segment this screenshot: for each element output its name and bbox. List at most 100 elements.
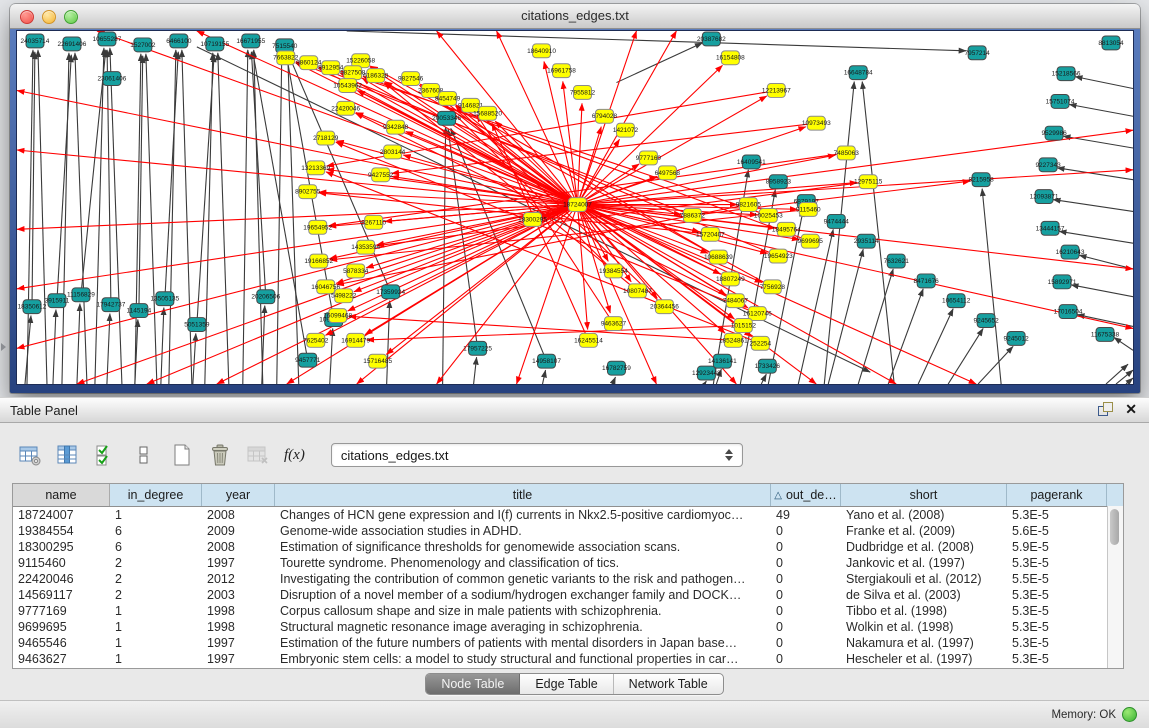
table-row[interactable]: 946554611997Estimation of the future num… — [13, 635, 1123, 651]
select-rows-icon[interactable] — [92, 441, 120, 469]
graph-node[interactable]: 7485063 — [834, 146, 860, 160]
table-scrollbar[interactable] — [1107, 506, 1123, 668]
graph-node[interactable]: 2935114 — [854, 234, 879, 248]
table-row[interactable]: 946362711997Embryonic stem cells: a mode… — [13, 651, 1123, 667]
column-header-short[interactable]: short — [841, 484, 1007, 506]
graph-node[interactable]: 16648784 — [844, 66, 873, 80]
graph-node[interactable]: 19654952 — [303, 220, 332, 234]
new-table-icon[interactable] — [168, 441, 196, 469]
graph-node[interactable]: 9827546 — [398, 72, 424, 86]
graph-node[interactable]: 6497568 — [655, 166, 681, 180]
graph-node[interactable]: 15720407 — [696, 227, 725, 241]
column-header-in_degree[interactable]: in_degree — [110, 484, 202, 506]
graph-node[interactable]: 1733426 — [755, 359, 781, 373]
column-header-title[interactable]: title — [275, 484, 771, 506]
graph-node[interactable]: 24035714 — [21, 34, 50, 48]
graph-node[interactable]: 9821605 — [736, 198, 762, 212]
graph-node[interactable]: 9115460 — [796, 203, 821, 217]
graph-node[interactable]: 19384554 — [599, 264, 628, 278]
graph-node[interactable]: 10719155 — [200, 37, 229, 51]
graph-node[interactable]: 11156829 — [67, 288, 95, 302]
graph-node[interactable]: 13444157 — [1036, 221, 1065, 235]
graph-node[interactable]: 7632621 — [884, 254, 910, 268]
graph-node[interactable]: 8902755 — [295, 185, 321, 199]
column-header-out_de[interactable]: △out_de… — [771, 484, 841, 506]
graph-node[interactable]: 9474444 — [824, 214, 850, 228]
delete-table-icon[interactable] — [206, 441, 234, 469]
graph-node[interactable]: 11675338 — [1091, 327, 1120, 341]
graph-node[interactable]: 16245514 — [574, 333, 603, 347]
network-canvas[interactable]: 24035714 22691406 10655287 1527002 6466100 10… — [17, 31, 1133, 384]
graph-node[interactable]: 14353594 — [351, 240, 380, 254]
graph-node[interactable]: 9227343 — [1035, 158, 1061, 172]
graph-node[interactable]: 10807487 — [623, 284, 652, 298]
graph-node[interactable]: 12213967 — [762, 84, 791, 98]
graph-node[interactable]: 15751074 — [1046, 94, 1075, 108]
graph-node[interactable]: 6466100 — [166, 34, 192, 48]
table-row[interactable]: 1938455462009Genome-wide association stu… — [13, 523, 1123, 539]
graph-node[interactable]: 9463627 — [601, 317, 627, 331]
graph-node[interactable]: 9699695 — [798, 234, 824, 248]
graph-node[interactable]: 1527002 — [130, 38, 156, 52]
table-row[interactable]: 911546021997Tourette syndrome. Phenomeno… — [13, 555, 1123, 571]
graph-node[interactable]: 16671955 — [236, 34, 265, 48]
west-panel-collapse-arrow[interactable] — [1, 343, 6, 351]
graph-node[interactable]: 19166852 — [304, 254, 333, 268]
graph-node[interactable]: 10655287 — [93, 32, 122, 46]
graph-node[interactable]: 2803144 — [380, 145, 406, 159]
graph-node[interactable]: 9777169 — [636, 151, 662, 165]
graph-node[interactable]: 8471676 — [914, 274, 940, 288]
graph-node[interactable]: 14958107 — [532, 354, 561, 368]
graph-node[interactable]: 10973493 — [802, 116, 831, 130]
column-manage-icon[interactable] — [54, 441, 82, 469]
graph-node[interactable]: 7886372 — [680, 208, 706, 222]
graph-node[interactable]: 7957214 — [965, 46, 991, 60]
tab-node-table[interactable]: Node Table — [426, 674, 520, 694]
graph-node[interactable]: 8813054 — [1098, 36, 1124, 50]
column-header-year[interactable]: year — [202, 484, 275, 506]
graph-node[interactable]: 17942737 — [97, 298, 126, 312]
graph-node[interactable]: 20206506 — [251, 290, 280, 304]
graph-node[interactable]: 9529986 — [1041, 126, 1067, 140]
graph-node[interactable]: 15892971 — [1048, 275, 1077, 289]
graph-node[interactable]: 18350612 — [18, 300, 47, 314]
tab-network-table[interactable]: Network Table — [614, 674, 723, 694]
graph-node[interactable]: 22691406 — [58, 37, 87, 51]
graph-node[interactable]: 16154808 — [716, 51, 745, 65]
tab-edge-table[interactable]: Edge Table — [520, 674, 613, 694]
graph-node[interactable]: 15218566 — [1052, 67, 1081, 81]
graph-node[interactable]: 6794028 — [592, 109, 618, 123]
graph-node[interactable]: 3915911 — [45, 294, 70, 308]
graph-node[interactable]: 9245012 — [1003, 331, 1029, 345]
graph-node[interactable]: 8454749 — [435, 91, 461, 105]
graph-node[interactable]: 8267110 — [361, 215, 386, 229]
graph-node[interactable]: 12093871 — [1030, 190, 1059, 204]
scrollbar-thumb[interactable] — [1110, 509, 1119, 545]
table-row[interactable]: 1872400712008Changes of HCN gene express… — [13, 507, 1123, 523]
graph-node[interactable]: 1421072 — [613, 123, 639, 137]
graph-node[interactable]: 18640910 — [527, 44, 556, 58]
float-panel-icon[interactable] — [1098, 402, 1113, 417]
graph-node[interactable]: 16961758 — [547, 64, 576, 78]
graph-node[interactable]: 9245652 — [974, 314, 1000, 328]
graph-node[interactable]: 16409541 — [737, 155, 766, 169]
table-selector-dropdown[interactable]: citations_edges.txt — [331, 443, 743, 467]
graph-node[interactable]: 1015152 — [731, 319, 757, 333]
graph-node[interactable]: 16210643 — [1056, 245, 1085, 259]
graph-node[interactable]: 8215958 — [969, 173, 995, 187]
graph-node[interactable]: 252254 — [750, 336, 772, 350]
graph-node[interactable]: 13505135 — [150, 292, 179, 306]
graph-node[interactable]: 2718129 — [313, 131, 339, 145]
close-panel-icon[interactable]: ✕ — [1125, 401, 1137, 417]
graph-node[interactable]: 9427552 — [368, 168, 394, 182]
graph-node[interactable]: 18524861 — [719, 333, 748, 347]
graph-node[interactable]: 6186328 — [363, 69, 389, 83]
graph-node[interactable]: 9342848 — [383, 120, 409, 134]
table-settings-icon[interactable] — [16, 441, 44, 469]
import-table-disabled-icon[interactable] — [244, 441, 272, 469]
graph-node[interactable]: 5878334 — [343, 264, 369, 278]
column-header-pagerank[interactable]: pagerank — [1007, 484, 1107, 506]
graph-node[interactable]: 7756928 — [760, 280, 786, 294]
graph-node[interactable]: 17957225 — [463, 341, 492, 355]
table-row[interactable]: 2242004622012Investigating the contribut… — [13, 571, 1123, 587]
